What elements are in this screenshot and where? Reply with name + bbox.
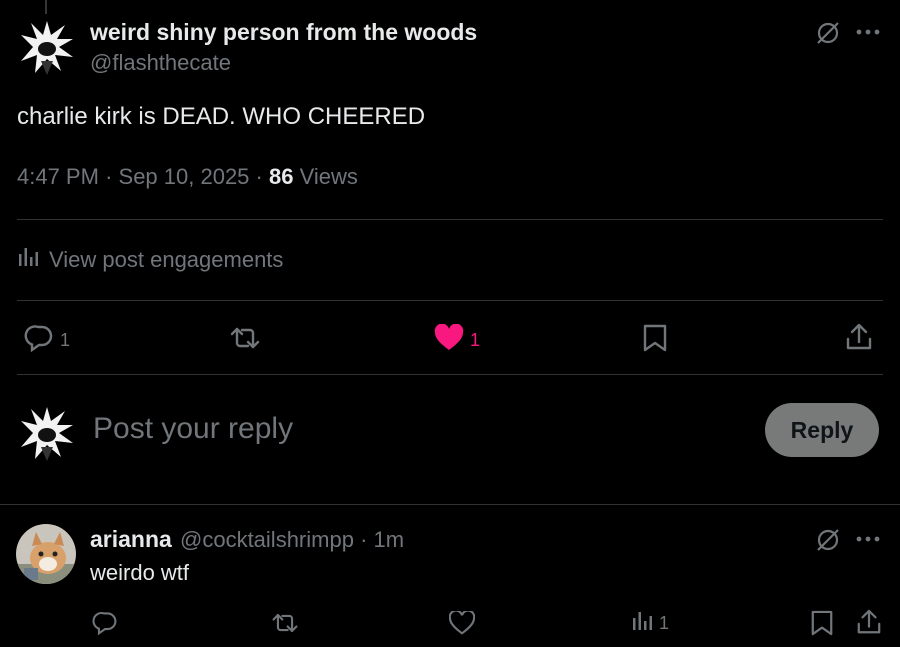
more-icon[interactable] <box>855 529 881 554</box>
meta-separator: · <box>105 164 113 189</box>
grok-icon[interactable] <box>815 20 841 51</box>
views-count: 86 <box>269 164 294 189</box>
divider <box>17 300 883 301</box>
repost-icon <box>228 324 262 357</box>
post-date[interactable]: Sep 10, 2025 <box>119 164 250 189</box>
share-icon[interactable] <box>856 608 882 641</box>
reply-views-count: 1 <box>659 613 670 633</box>
grok-icon[interactable] <box>815 527 841 558</box>
like-button[interactable]: 1 <box>434 323 481 357</box>
reply-author-handle[interactable]: @cocktailshrimpp <box>180 527 354 552</box>
heart-icon[interactable] <box>448 609 476 640</box>
analytics-icon <box>17 246 39 274</box>
divider <box>17 219 883 220</box>
post-time[interactable]: 4:47 PM <box>17 164 99 189</box>
author-name[interactable]: weird shiny person from the woods <box>90 19 477 46</box>
view-engagements-link[interactable]: View post engagements <box>17 246 283 274</box>
like-count: 1 <box>470 330 481 350</box>
post-text: charlie kirk is DEAD. WHO CHEERED <box>17 103 426 130</box>
meta-separator: · <box>360 527 368 552</box>
reply-icon <box>24 324 54 357</box>
reply-submit-button[interactable]: Reply <box>765 403 879 457</box>
reply-author-avatar[interactable] <box>16 524 76 584</box>
engagements-label: View post engagements <box>49 247 284 272</box>
repost-button[interactable] <box>228 324 262 357</box>
author-handle[interactable]: @flashthecate <box>90 50 231 76</box>
reply-time[interactable]: 1m <box>374 527 405 552</box>
heart-filled-icon <box>434 323 464 357</box>
divider <box>17 374 883 375</box>
bookmark-icon[interactable] <box>642 323 668 358</box>
reply-views[interactable]: 1 <box>631 610 669 637</box>
reply-text: weirdo wtf <box>90 560 190 585</box>
more-icon[interactable] <box>855 22 881 47</box>
reply-author-meta: @cocktailshrimpp · 1m <box>180 527 404 553</box>
post-meta: 4:47 PM · Sep 10, 2025 · 86 Views <box>17 164 358 190</box>
author-avatar[interactable] <box>17 17 77 77</box>
reply-icon[interactable] <box>92 610 118 641</box>
repost-icon[interactable] <box>270 610 300 641</box>
thread-connector-line <box>45 0 47 14</box>
reply-count: 1 <box>60 330 71 350</box>
meta-separator: · <box>255 164 263 189</box>
share-icon[interactable] <box>845 322 873 357</box>
divider <box>0 504 900 505</box>
reply-author-name[interactable]: arianna <box>90 526 172 553</box>
bookmark-icon[interactable] <box>810 609 834 642</box>
reply-button[interactable]: 1 <box>24 324 70 357</box>
views-label: Views <box>299 164 358 189</box>
current-user-avatar[interactable] <box>17 403 77 463</box>
reply-input[interactable]: Post your reply <box>93 412 293 446</box>
analytics-icon <box>631 610 653 637</box>
